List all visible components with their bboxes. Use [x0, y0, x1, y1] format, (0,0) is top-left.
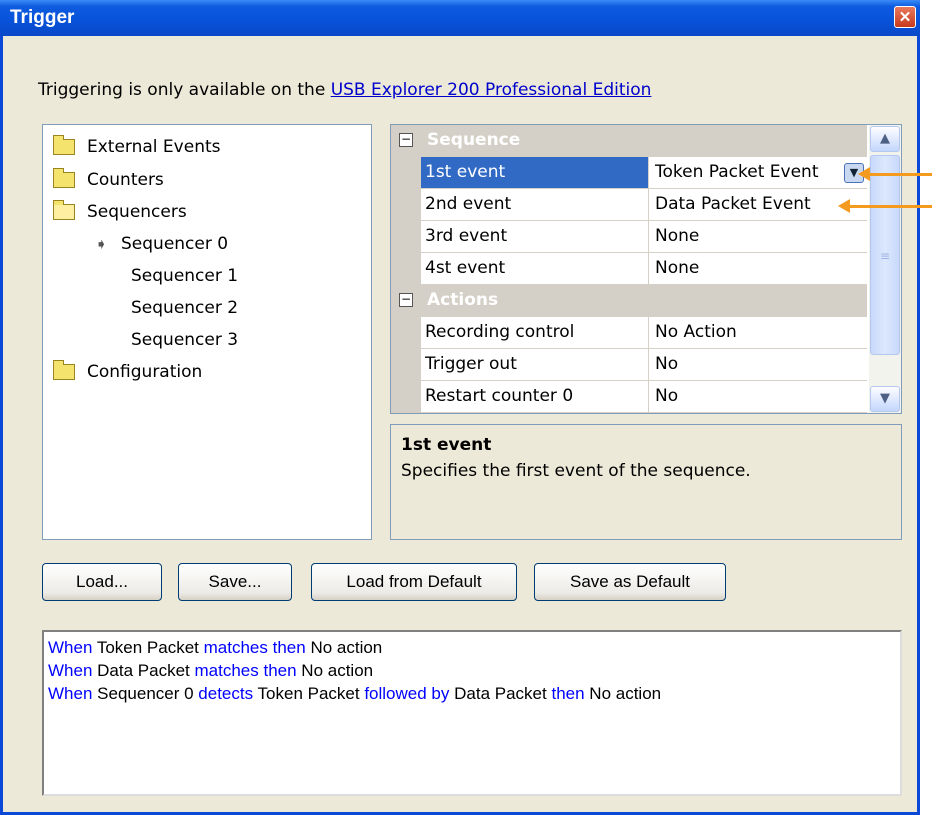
row-gutter: [391, 221, 421, 253]
tree-item-sequencer-3[interactable]: Sequencer 3: [131, 325, 238, 355]
scroll-up-icon[interactable]: ▲: [870, 126, 900, 152]
trigger-summary[interactable]: When Token Packet matches then No action…: [42, 630, 902, 796]
title-bar[interactable]: Trigger ✕: [0, 0, 920, 36]
property-grid[interactable]: − Sequence 1st event Token Packet Event …: [390, 124, 902, 414]
row-gutter: [391, 189, 421, 221]
row-gutter: [391, 349, 421, 381]
tree-item-external-events[interactable]: External Events: [53, 132, 221, 162]
tree-item-configuration[interactable]: Configuration: [53, 357, 202, 387]
tree-item-sequencer-2[interactable]: Sequencer 2: [131, 293, 238, 323]
property-value[interactable]: Token Packet Event: [649, 157, 867, 189]
tree-item-label: Sequencer 2: [131, 298, 239, 318]
annotation-arrow-icon: [858, 167, 932, 181]
notice-text: Triggering is only available on the: [38, 80, 331, 100]
property-name: 1st event: [421, 157, 649, 189]
property-value[interactable]: None: [649, 253, 867, 285]
property-row-trigger-out[interactable]: Trigger out No: [391, 349, 867, 381]
folder-open-icon: [53, 200, 75, 220]
tree-item-label: Sequencer 0: [121, 234, 229, 254]
keyword: When: [48, 684, 93, 703]
category-actions[interactable]: − Actions: [391, 285, 867, 317]
folder-icon: [53, 168, 75, 188]
scroll-down-icon[interactable]: ▼: [870, 386, 900, 412]
row-gutter: [391, 317, 421, 349]
scroll-thumb[interactable]: ≡: [870, 155, 900, 355]
row-gutter: [391, 381, 421, 413]
keyword: detects: [198, 684, 254, 703]
property-row-restart-counter-0[interactable]: Restart counter 0 No: [391, 381, 867, 413]
property-name: 4st event: [421, 253, 649, 285]
property-name: 2nd event: [421, 189, 649, 221]
save-button[interactable]: Save...: [178, 563, 292, 601]
collapse-icon[interactable]: −: [399, 293, 413, 307]
category-label: Sequence: [427, 130, 521, 150]
property-row-2nd-event[interactable]: 2nd event Data Packet Event: [391, 189, 867, 221]
tree-item-sequencers[interactable]: Sequencers: [53, 197, 187, 227]
annotation-arrow-icon: [838, 199, 932, 213]
property-row-4st-event[interactable]: 4st event None: [391, 253, 867, 285]
close-button[interactable]: ✕: [894, 6, 916, 28]
property-name: Trigger out: [421, 349, 649, 381]
folder-icon: [53, 360, 75, 380]
property-value[interactable]: No: [649, 381, 867, 413]
property-name: Recording control: [421, 317, 649, 349]
summary-term: Data Packet: [454, 684, 547, 703]
keyword: When: [48, 638, 93, 657]
load-button[interactable]: Load...: [42, 563, 162, 601]
property-name: 3rd event: [421, 221, 649, 253]
description-panel: 1st event Specifies the first event of t…: [390, 424, 902, 540]
row-gutter: [391, 157, 421, 189]
summary-term: No action: [310, 638, 383, 657]
summary-term: Data Packet: [97, 661, 190, 680]
tree-item-label: Configuration: [87, 362, 203, 382]
summary-term: No action: [589, 684, 662, 703]
keyword: matches then: [194, 661, 297, 680]
tree-item-label: Sequencer 1: [131, 266, 239, 286]
category-sequence[interactable]: − Sequence: [391, 125, 867, 157]
property-row-1st-event[interactable]: 1st event Token Packet Event ▼: [391, 157, 867, 189]
trigger-tree[interactable]: External Events Counters Sequencers ➧ Se…: [42, 124, 372, 540]
tree-item-sequencer-1[interactable]: Sequencer 1: [131, 261, 238, 291]
property-value[interactable]: Data Packet Event: [649, 189, 867, 221]
tree-item-label: Counters: [87, 170, 164, 190]
tree-item-label: External Events: [87, 137, 221, 157]
description-text: Specifies the first event of the sequenc…: [401, 461, 751, 481]
summary-term: Token Packet: [257, 684, 360, 703]
keyword: followed by: [364, 684, 450, 703]
property-value-text: Token Packet Event: [655, 162, 819, 182]
collapse-icon[interactable]: −: [399, 133, 413, 147]
property-value[interactable]: No Action: [649, 317, 867, 349]
summary-term: No action: [301, 661, 374, 680]
window-title: Trigger: [10, 7, 75, 28]
tree-item-counters[interactable]: Counters: [53, 165, 164, 195]
arrow-right-icon: ➧: [95, 235, 108, 253]
summary-term: Sequencer 0: [97, 684, 194, 703]
property-value[interactable]: None: [649, 221, 867, 253]
edition-link[interactable]: USB Explorer 200 Professional Edition: [331, 80, 652, 100]
keyword: When: [48, 661, 93, 680]
tree-item-label: Sequencer 3: [131, 330, 239, 350]
description-title: 1st event: [401, 435, 492, 455]
tree-item-label: Sequencers: [87, 202, 187, 222]
keyword: matches then: [203, 638, 306, 657]
keyword: then: [551, 684, 585, 703]
property-name: Restart counter 0: [421, 381, 649, 413]
folder-icon: [53, 135, 75, 155]
category-label: Actions: [427, 290, 499, 310]
property-value[interactable]: No: [649, 349, 867, 381]
summary-line: When Data Packet matches then No action: [48, 659, 896, 682]
save-as-default-button[interactable]: Save as Default: [534, 563, 726, 601]
vertical-scrollbar[interactable]: ▲ ≡ ▼: [869, 125, 901, 413]
summary-line: When Token Packet matches then No action: [48, 636, 896, 659]
property-row-recording-control[interactable]: Recording control No Action: [391, 317, 867, 349]
tree-item-sequencer-0[interactable]: ➧ Sequencer 0: [95, 229, 228, 259]
summary-line: When Sequencer 0 detects Token Packet fo…: [48, 682, 896, 705]
row-gutter: [391, 253, 421, 285]
load-from-default-button[interactable]: Load from Default: [311, 563, 517, 601]
property-row-3rd-event[interactable]: 3rd event None: [391, 221, 867, 253]
summary-term: Token Packet: [96, 638, 199, 657]
edition-notice: Triggering is only available on the USB …: [38, 80, 651, 100]
